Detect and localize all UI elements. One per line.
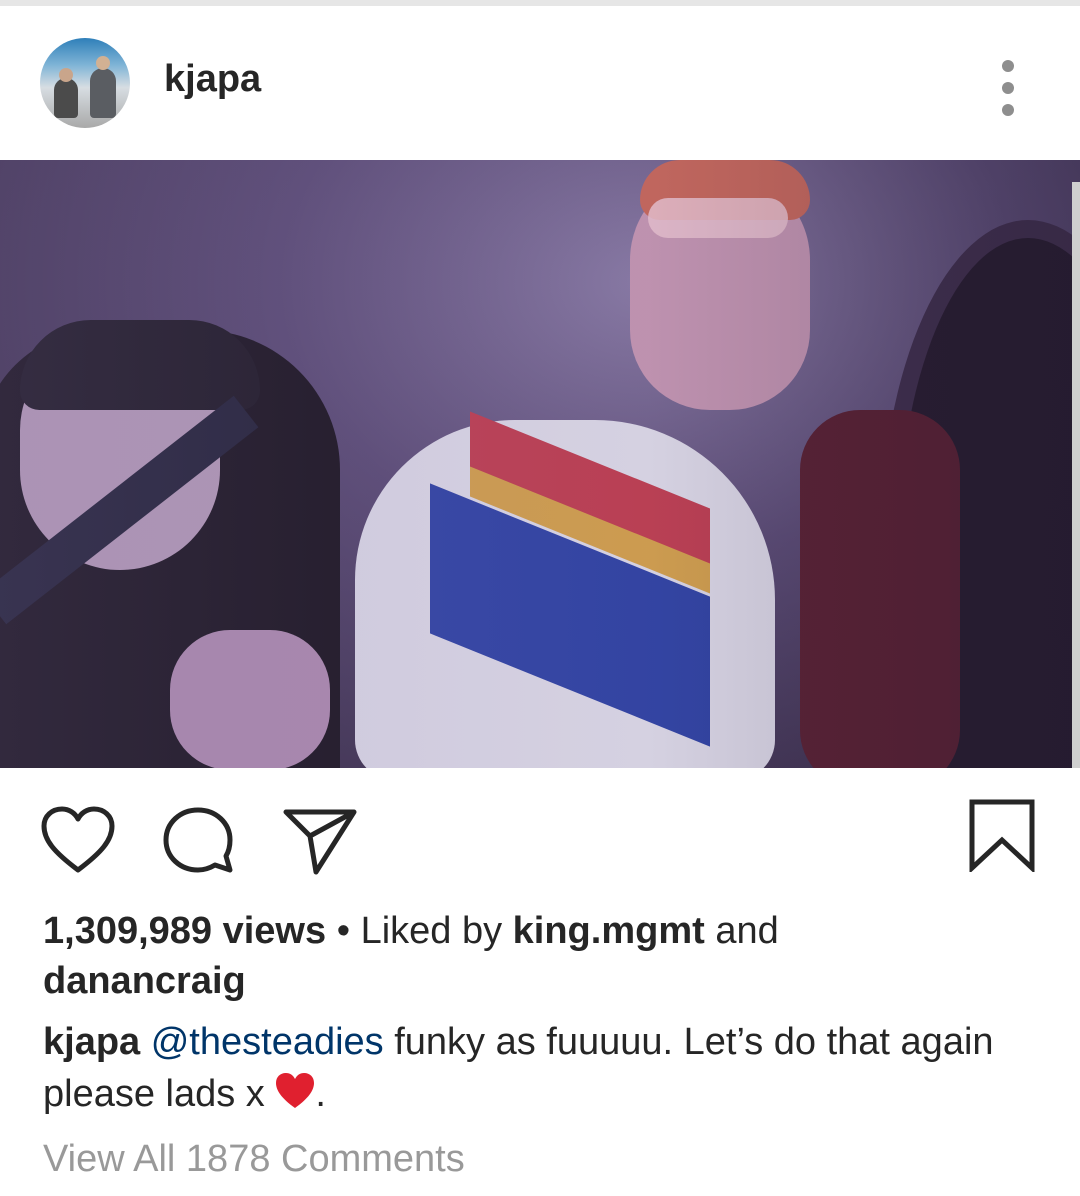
avatar-figure-head: [59, 68, 73, 82]
send-icon[interactable]: [282, 806, 358, 876]
post-caption: kjapa @thesteadies funky as fuuuuu. Let’…: [43, 1016, 1043, 1124]
view-all-comments-link[interactable]: View All 1878 Comments: [43, 1138, 465, 1181]
post-username[interactable]: kjapa: [164, 58, 261, 101]
avatar-figure: [90, 68, 116, 118]
avatar[interactable]: [40, 38, 130, 128]
comment-icon[interactable]: [160, 806, 236, 876]
caption-suffix: .: [315, 1073, 326, 1115]
stats-separator: •: [326, 910, 361, 952]
avatar-figure-head: [96, 56, 110, 70]
dot: [1002, 82, 1014, 94]
heart-outline-icon[interactable]: [40, 806, 116, 876]
dot: [1002, 60, 1014, 72]
liked-by-prefix: Liked by: [360, 910, 513, 952]
avatar-figure: [54, 78, 78, 118]
dot: [1002, 104, 1014, 116]
caption-author[interactable]: kjapa: [43, 1021, 140, 1063]
post-stats: 1,309,989 views • Liked by king.mgmt and…: [43, 906, 1043, 1006]
video-scene-haze: [0, 160, 1080, 768]
post-header: kjapa: [0, 6, 1080, 160]
scroll-edge: [1072, 182, 1080, 768]
more-options-icon[interactable]: [990, 60, 1026, 120]
liked-by-user[interactable]: danancraig: [43, 960, 246, 1002]
post-video[interactable]: [0, 160, 1080, 768]
liked-by-and: and: [704, 910, 779, 952]
post-actions: [0, 768, 1080, 908]
views-count[interactable]: 1,309,989 views: [43, 910, 326, 952]
caption-mention[interactable]: @thesteadies: [151, 1021, 384, 1063]
red-heart-emoji: [275, 1072, 315, 1124]
liked-by-user[interactable]: king.mgmt: [513, 910, 705, 952]
bookmark-icon[interactable]: [966, 798, 1038, 874]
